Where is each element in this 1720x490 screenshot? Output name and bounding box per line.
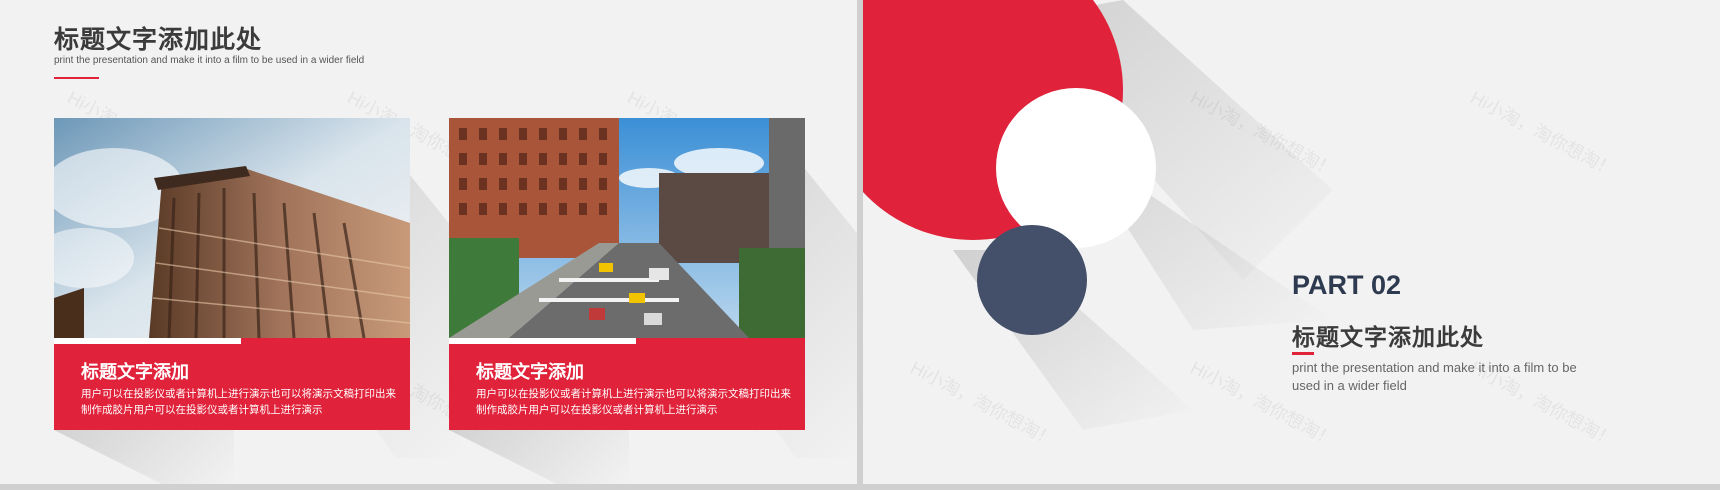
feature-card: 标题文字添加 用户可以在投影仪或者计算机上进行演示也可以将演示文稿打印出来制作成… [54,118,410,430]
white-circle [996,88,1156,248]
card-text: 用户可以在投影仪或者计算机上进行演示也可以将演示文稿打印出来制作成胶片用户可以在… [476,388,791,416]
section-subtitle: print the presentation and make it into … [1292,360,1577,393]
card-title: 标题文字添加 [476,362,584,382]
slide-title: 标题文字添加此处 [54,26,263,54]
caption-strip [54,338,241,344]
feature-card: 标题文字添加 用户可以在投影仪或者计算机上进行演示也可以将演示文稿打印出来制作成… [449,118,805,430]
street-photo [449,118,805,338]
caption-strip [449,338,636,344]
slide-left: Hi小淘，淘你想淘！ Hi小淘，淘你想淘！ Hi小淘，淘你想淘！ Hi小淘，淘你… [0,0,857,484]
card-text: 用户可以在投影仪或者计算机上进行演示也可以将演示文稿打印出来制作成胶片用户可以在… [81,388,396,416]
part-label: PART 02 [1292,270,1402,300]
card-title: 标题文字添加 [81,362,189,382]
slide-subtitle: print the presentation and make it into … [54,55,365,66]
card-shadow [449,430,629,484]
slide-right: Hi小淘，淘你想淘！ Hi小淘，淘你想淘！ Hi小淘，淘你想淘！ Hi小淘，淘你… [863,0,1720,484]
section-title: 标题文字添加此处 [1292,324,1484,350]
card-shadow [54,430,234,484]
section-accent-line [1292,352,1314,355]
title-accent-line [54,77,99,79]
building-photo [54,118,410,338]
navy-circle [977,225,1087,335]
circles-graphic [863,0,1333,430]
